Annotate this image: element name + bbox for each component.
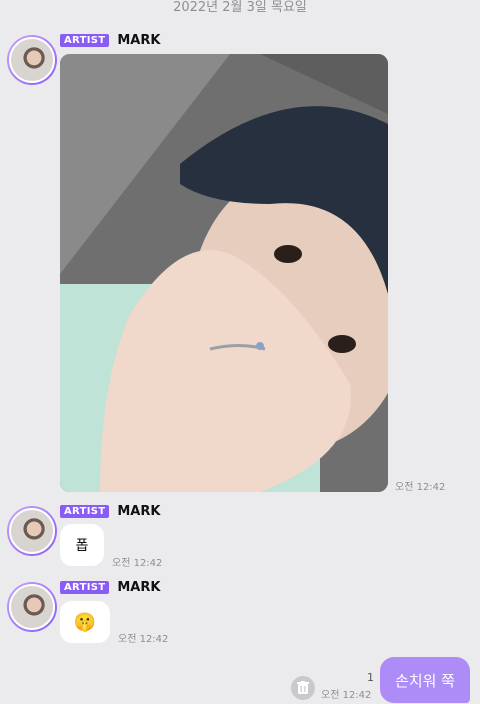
artist-badge: ARTIST — [60, 34, 110, 47]
artist-avatar[interactable] — [7, 35, 57, 85]
photo-message[interactable] — [60, 54, 388, 492]
sender-row: ARTIST MARK — [60, 580, 160, 595]
selfie-photo — [60, 54, 388, 492]
my-message-bubble[interactable]: 손치워 쭉 — [380, 657, 470, 703]
sender-row: ARTIST MARK — [60, 33, 160, 48]
artist-badge: ARTIST — [60, 505, 110, 518]
emoji-message-bubble[interactable]: 🤫 — [60, 601, 110, 643]
message-text: 폽 — [75, 538, 89, 554]
date-header: 2022년 2월 3일 목요일 — [173, 0, 307, 15]
artist-badge: ARTIST — [60, 581, 110, 594]
sender-row: ARTIST MARK — [60, 504, 160, 519]
message-time: 오전 12:42 — [395, 482, 446, 493]
shushing-face-emoji: 🤫 — [73, 611, 97, 633]
sender-name: MARK — [117, 504, 161, 519]
artist-avatar[interactable] — [7, 582, 57, 632]
delete-button[interactable] — [291, 676, 315, 700]
read-count: 1 — [367, 671, 374, 684]
trash-icon — [297, 681, 309, 694]
sender-name: MARK — [117, 580, 161, 595]
message-time: 오전 12:42 — [112, 558, 163, 569]
text-message-bubble[interactable]: 폽 — [60, 524, 104, 566]
sender-name: MARK — [117, 33, 161, 48]
my-message-text: 손치워 쭉 — [395, 671, 455, 690]
artist-avatar[interactable] — [7, 506, 57, 556]
message-time: 오전 12:42 — [118, 634, 169, 645]
my-message-time: 오전 12:42 — [321, 690, 372, 701]
